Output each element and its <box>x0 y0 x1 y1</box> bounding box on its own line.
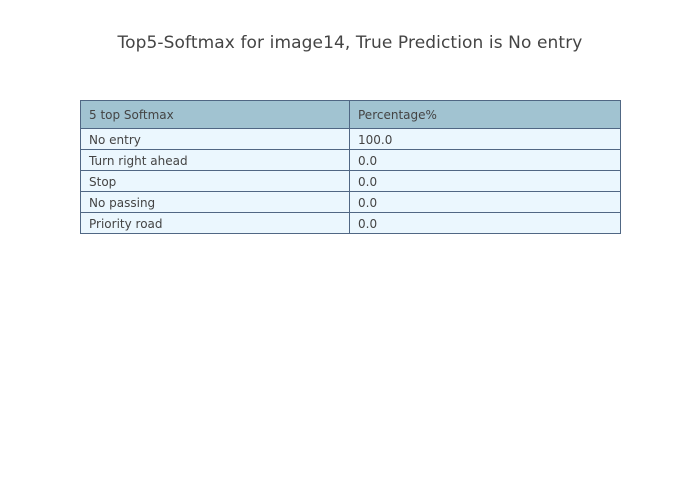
table-row: Stop 0.0 <box>80 170 621 192</box>
table-header-row: 5 top Softmax Percentage% <box>80 100 621 129</box>
row-class-name: Turn right ahead <box>80 149 350 171</box>
row-percentage: 100.0 <box>349 128 621 150</box>
row-class-name: No passing <box>80 191 350 213</box>
softmax-table: 5 top Softmax Percentage% No entry 100.0… <box>80 100 621 234</box>
softmax-table-container: 5 top Softmax Percentage% No entry 100.0… <box>80 100 621 234</box>
header-class-name: 5 top Softmax <box>80 100 350 129</box>
row-class-name: No entry <box>80 128 350 150</box>
row-percentage: 0.0 <box>349 212 621 234</box>
header-percentage: Percentage% <box>349 100 621 129</box>
row-class-name: Stop <box>80 170 350 192</box>
row-percentage: 0.0 <box>349 149 621 171</box>
table-row: No entry 100.0 <box>80 128 621 150</box>
table-row: No passing 0.0 <box>80 191 621 213</box>
chart-title: Top5-Softmax for image14, True Predictio… <box>117 33 583 53</box>
row-percentage: 0.0 <box>349 191 621 213</box>
table-row: Priority road 0.0 <box>80 212 621 234</box>
row-percentage: 0.0 <box>349 170 621 192</box>
table-row: Turn right ahead 0.0 <box>80 149 621 171</box>
row-class-name: Priority road <box>80 212 350 234</box>
